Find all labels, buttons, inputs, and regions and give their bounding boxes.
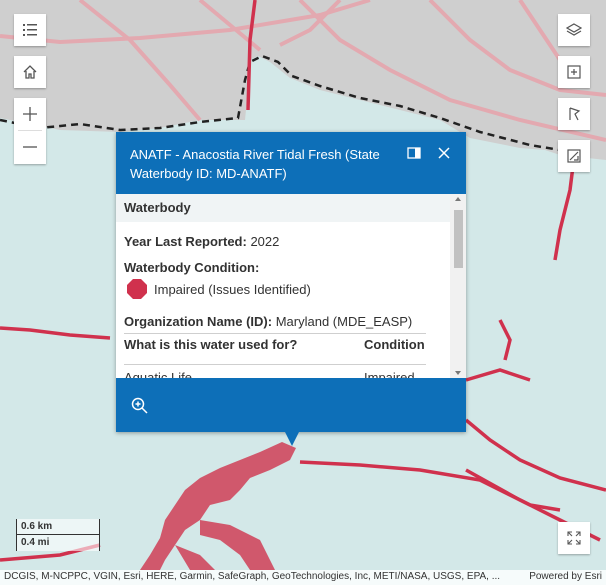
table-row: Aquatic Life Impaired <box>124 370 426 378</box>
popup-content[interactable]: Waterbody Year Last Reported: 2022 Water… <box>116 194 466 378</box>
feature-popup: ANATF - Anacostia River Tidal Fresh (Sta… <box>116 132 466 432</box>
add-layer-button[interactable] <box>558 56 590 88</box>
plus-icon <box>23 107 37 121</box>
table-divider <box>124 333 426 334</box>
layers-button[interactable] <box>558 14 590 46</box>
attribution-bar[interactable]: DCGIS, M-NCPPC, VGIN, Esri, HERE, Garmin… <box>0 570 606 585</box>
popup-title: ANATF - Anacostia River Tidal Fresh (Sta… <box>130 147 380 181</box>
zoom-in-button[interactable] <box>14 98 46 130</box>
impaired-status-icon <box>127 279 147 299</box>
close-icon <box>438 147 450 159</box>
layers-icon <box>566 23 582 36</box>
sketch-button[interactable] <box>558 140 590 172</box>
popup-scrollbar[interactable] <box>450 194 466 378</box>
flag-icon <box>569 107 581 121</box>
org-label: Organization Name (ID): <box>124 314 273 329</box>
legend-button[interactable] <box>14 14 46 46</box>
col-condition: Condition <box>364 337 425 352</box>
popup-header: ANATF - Anacostia River Tidal Fresh (Sta… <box>116 132 466 194</box>
table-divider <box>124 364 426 365</box>
condition-label: Waterbody Condition: <box>124 260 260 275</box>
scale-metric: 0.6 km <box>21 521 53 532</box>
zoom-out-button[interactable] <box>14 131 46 163</box>
year-value: 2022 <box>250 234 280 249</box>
popup-footer <box>116 378 466 432</box>
dock-icon <box>407 147 421 159</box>
basemap-button[interactable] <box>558 98 590 130</box>
attribution-text[interactable]: DCGIS, M-NCPPC, VGIN, Esri, HERE, Garmin… <box>4 571 500 582</box>
fullscreen-button[interactable] <box>558 522 590 554</box>
expand-icon <box>567 531 581 545</box>
condition-value: Impaired (Issues Identified) <box>154 282 311 297</box>
use-cell: Aquatic Life <box>124 370 192 378</box>
home-button[interactable] <box>14 56 46 88</box>
section-title: Waterbody <box>116 194 450 222</box>
scale-bar: 0.6 km 0.4 mi <box>16 519 100 551</box>
zoom-in-icon[interactable] <box>130 396 150 416</box>
uses-table-header: What is this water used for? Condition <box>124 337 426 352</box>
popup-pointer <box>284 430 300 446</box>
org-value: Maryland (MDE_EASP) <box>275 314 413 329</box>
condition-cell: Impaired <box>364 370 415 378</box>
org-row: Organization Name (ID): Maryland (MDE_EA… <box>124 314 412 329</box>
sketch-icon <box>567 149 581 163</box>
zoom-controls <box>14 98 46 164</box>
year-row: Year Last Reported: 2022 <box>124 234 279 249</box>
list-icon <box>23 24 37 36</box>
close-button[interactable] <box>434 143 454 163</box>
scale-imperial: 0.4 mi <box>21 537 50 548</box>
year-label: Year Last Reported: <box>124 234 247 249</box>
home-icon <box>23 65 37 79</box>
dock-button[interactable] <box>404 143 424 163</box>
minus-icon <box>23 146 37 148</box>
plus-square-icon <box>567 65 581 79</box>
scroll-thumb[interactable] <box>454 210 463 268</box>
powered-by[interactable]: Powered by Esri <box>529 571 602 582</box>
col-use: What is this water used for? <box>124 337 298 352</box>
